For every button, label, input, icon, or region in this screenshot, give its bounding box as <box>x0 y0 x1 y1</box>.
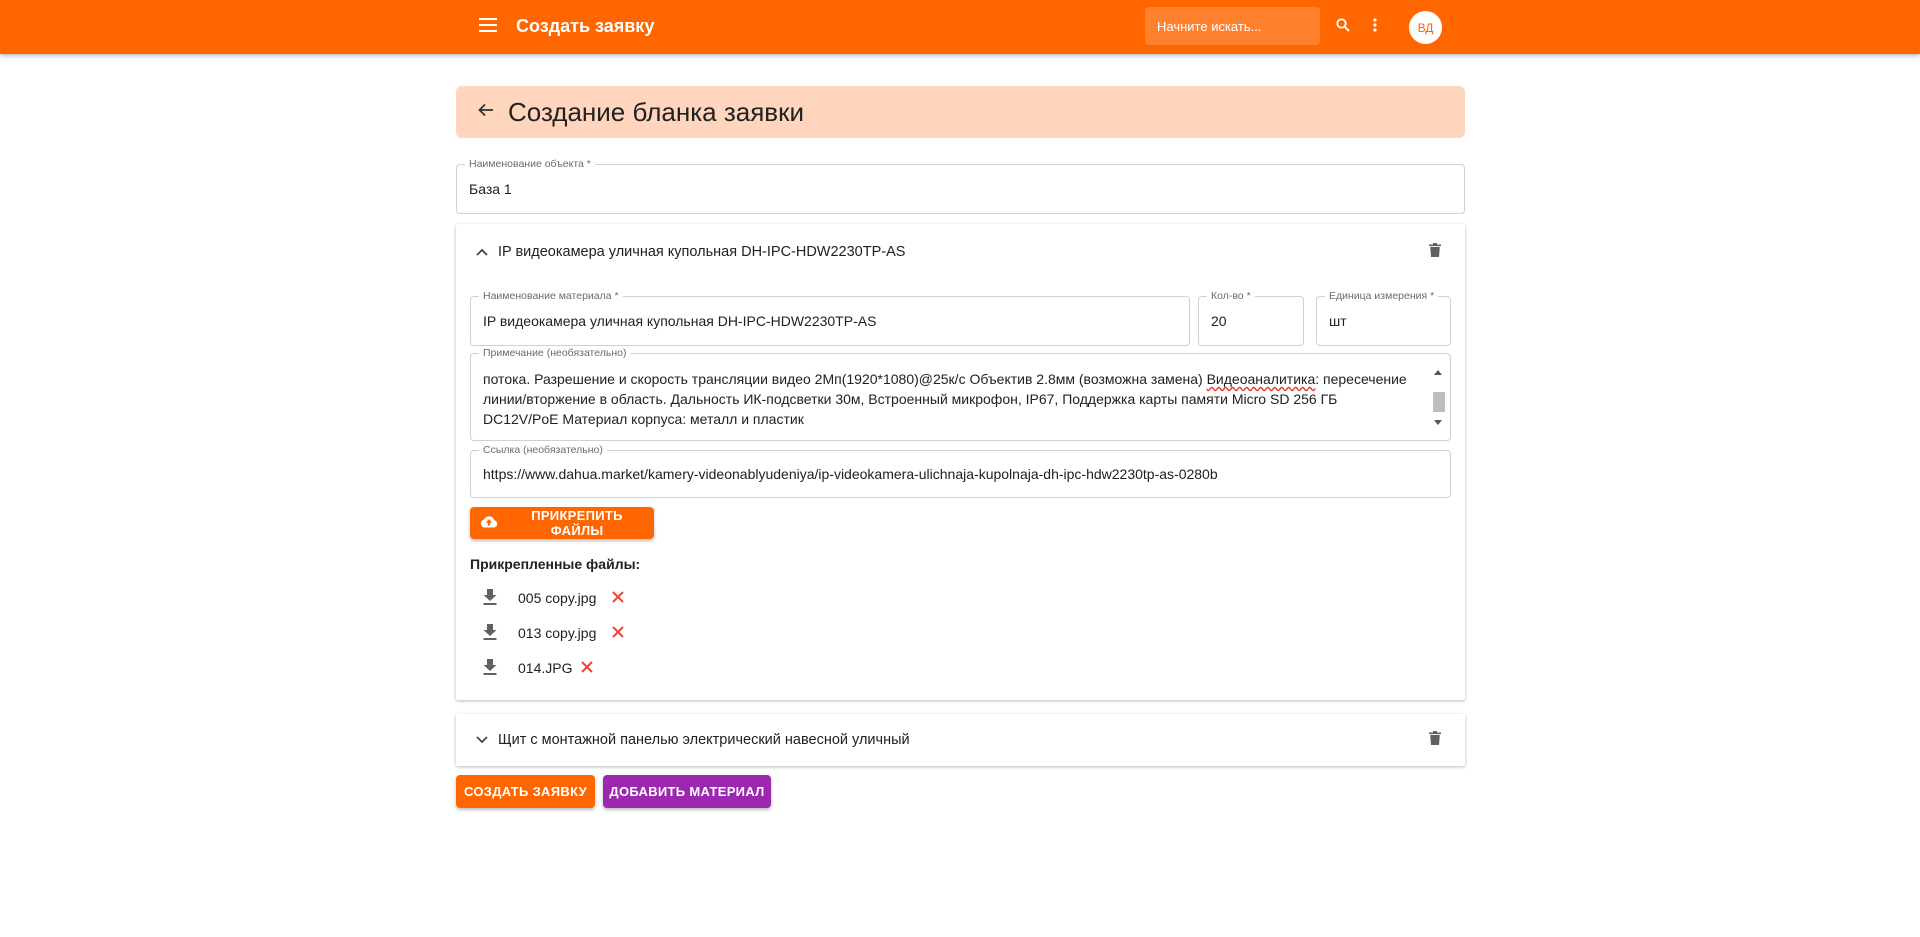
remove-file-button[interactable] <box>606 622 630 646</box>
app-title: Создать заявку <box>516 16 655 36</box>
close-icon <box>581 660 593 678</box>
page-title: Создание бланка заявки <box>508 97 805 127</box>
quantity-field: Кол-во * <box>1198 290 1304 346</box>
menu-icon <box>479 17 497 37</box>
chevron-up-icon <box>470 240 494 264</box>
delete-icon <box>1429 242 1441 262</box>
note-misspelled-word: Видеоаналитика <box>1206 371 1316 387</box>
download-file-button[interactable] <box>478 657 502 681</box>
note-label: Примечание (необязательно) <box>479 347 631 359</box>
object-name-input[interactable] <box>469 165 1452 213</box>
add-material-button[interactable]: ДОБАВИТЬ МАТЕРИАЛ <box>603 775 771 808</box>
file-name: 014.JPG <box>518 660 573 676</box>
app-bar: Создать заявку ВД <box>0 0 1920 54</box>
attach-files-label: ПРИКРЕПИТЬ ФАЙЛЫ <box>531 508 623 538</box>
delete-icon <box>1429 730 1441 750</box>
unit-field: Единица измерения * <box>1316 290 1451 346</box>
page-header: Создание бланка заявки <box>456 86 1465 138</box>
link-input[interactable] <box>483 451 1438 497</box>
note-field: Примечание (необязательно) потока. Разре… <box>470 347 1451 441</box>
user-avatar[interactable]: ВД <box>1409 11 1442 44</box>
unit-input[interactable] <box>1329 297 1438 345</box>
quantity-input[interactable] <box>1211 297 1291 345</box>
scroll-up-arrow-icon[interactable] <box>1433 368 1443 376</box>
remove-file-button[interactable] <box>606 587 630 611</box>
create-request-button[interactable]: СОЗДАТЬ ЗАЯВКУ <box>456 775 595 808</box>
file-list-item: 014.JPG <box>470 657 670 681</box>
file-list-item: 005 copy.jpg <box>470 587 670 611</box>
search-icon <box>1336 17 1350 37</box>
search-button[interactable] <box>1329 11 1357 43</box>
cloud-upload-icon <box>480 515 498 531</box>
material-panel: Щит с монтажной панелью электрический на… <box>456 714 1465 766</box>
material-title: IP видеокамера уличная купольная DH-IPC-… <box>498 244 906 260</box>
material-panel: IP видеокамера уличная купольная DH-IPC-… <box>456 224 1465 700</box>
download-file-button[interactable] <box>478 587 502 611</box>
material-title: Щит с монтажной панелью электрический на… <box>498 732 910 748</box>
search-input[interactable] <box>1145 7 1320 45</box>
close-icon <box>612 625 624 643</box>
delete-material-button[interactable] <box>1423 728 1447 752</box>
material-name-field: Наименование материала * <box>470 290 1190 346</box>
chevron-down-icon <box>470 728 494 752</box>
scrollbar-thumb[interactable] <box>1433 392 1445 412</box>
delete-material-button[interactable] <box>1423 240 1447 264</box>
arrow-back-icon <box>478 103 494 122</box>
file-name: 013 copy.jpg <box>518 625 597 641</box>
object-name-field: Наименование объекта * <box>456 158 1465 214</box>
attach-files-button[interactable]: ПРИКРЕПИТЬ ФАЙЛЫ <box>470 507 654 539</box>
material-name-input[interactable] <box>483 297 1177 345</box>
download-icon <box>483 658 497 680</box>
note-scrollbar[interactable] <box>1432 368 1445 426</box>
more-vert-icon <box>1373 17 1377 37</box>
note-textarea[interactable]: потока. Разрешение и скорость трансляции… <box>483 369 1414 429</box>
note-text-part: потока. Разрешение и скорость трансляции… <box>483 371 1207 387</box>
material-panel-header[interactable]: IP видеокамера уличная купольная DH-IPC-… <box>456 224 1465 280</box>
more-options-button[interactable] <box>1362 11 1388 43</box>
remove-file-button[interactable] <box>575 657 599 681</box>
download-icon <box>483 588 497 610</box>
file-list-item: 013 copy.jpg <box>470 622 670 646</box>
close-icon <box>612 590 624 608</box>
download-file-button[interactable] <box>478 622 502 646</box>
link-field: Ссылка (необязательно) <box>470 444 1451 498</box>
menu-button[interactable] <box>472 11 504 43</box>
attached-files-title: Прикрепленные файлы: <box>470 556 641 572</box>
material-panel-header[interactable]: Щит с монтажной панелью электрический на… <box>456 714 1465 766</box>
download-icon <box>483 623 497 645</box>
file-name: 005 copy.jpg <box>518 590 597 606</box>
scroll-down-arrow-icon[interactable] <box>1433 418 1443 426</box>
back-button[interactable] <box>472 98 500 126</box>
